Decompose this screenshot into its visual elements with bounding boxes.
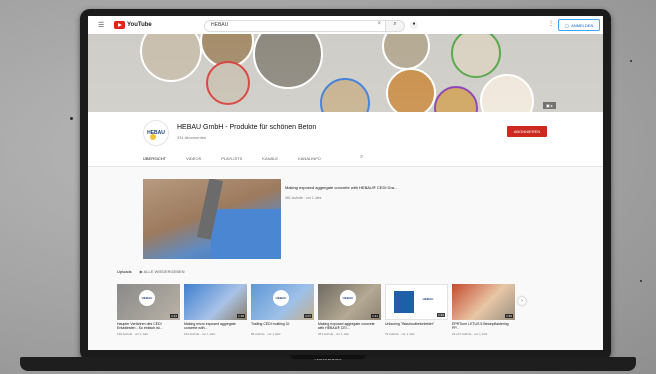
video-thumbnail[interactable]: HEBAU 2:24 [117,284,180,320]
banner-overlay [88,34,603,112]
tab-playlists[interactable]: PLAYLISTS [221,152,242,166]
video-title[interactable]: Trailing CEDI multilog 3J [251,322,314,331]
background-speck [630,60,632,62]
tab-overview[interactable]: ÜBERSICHT [143,152,167,167]
hebau-logo: HEBAU [420,291,436,307]
video-duration: 1:38 [237,314,245,318]
video-duration: 1:50 [505,314,513,318]
video-meta: 23.247 Aufrufe · vor 1 Jahr [452,332,488,336]
video-meta: 139 Aufrufe · vor 1 Jahr [117,332,149,336]
video-meta: 181 Aufrufe · vor 1 Jahr [184,332,216,336]
video-card[interactable]: HEBAU 2:24 Haupter Verfahren des CEDI En… [117,284,180,336]
banner-link[interactable]: ▣ ▸ [543,102,556,109]
more-icon[interactable]: ⋮ [548,20,554,27]
laptop-notch [290,355,366,359]
video-card[interactable]: 1:50 EPRTurm LETUS 5 Betonpflastering PP… [452,284,515,336]
video-title[interactable]: Making micro exposed aggregate concrete … [184,322,247,331]
background-speck [70,117,73,120]
video-thumbnail[interactable]: HEBAU 1:07 [251,284,314,320]
tab-videos[interactable]: VIDEOS [186,152,201,166]
search-input[interactable]: HEBAU × [204,20,386,32]
user-icon: ◯ [564,22,570,28]
product-box [394,291,414,313]
laptop-base: Notebook [20,356,636,371]
hebau-logo: HEBAU [139,290,155,306]
video-title[interactable]: Haupter Verfahren des CEDI Entadiesten -… [117,322,180,331]
subscribe-button[interactable]: ABONNIEREN [507,126,547,137]
play-all-button[interactable]: ▶ ALLE WIEDERGEBEN [140,269,185,274]
subscriber-count: 331 Abonnenten [177,135,207,140]
channel-banner [88,34,603,112]
video-card[interactable]: 1:38 Making micro exposed aggregate conc… [184,284,247,336]
video-meta: 98 Aufrufe · vor 1 Jahr [251,332,281,336]
video-meta: 361 Aufrufe · vor 1 Jahr [318,332,350,336]
featured-video-thumbnail[interactable] [143,179,281,259]
video-thumbnail[interactable]: HEBAU 1:41 [318,284,381,320]
video-duration: 1:07 [304,314,312,318]
video-duration: 1:32 [437,313,445,317]
uploads-title[interactable]: Uploads [117,269,132,274]
background-speck [640,280,642,282]
search-icon: ⌕ [393,21,397,27]
mic-icon[interactable]: ● [410,21,418,29]
hebau-logo: HEBAU [273,290,289,306]
thumbnail-image [211,209,281,259]
video-title[interactable]: EPRTurm LETUS 5 Betonpflastering PP... [452,322,515,331]
youtube-logo[interactable]: YouTube [114,21,152,29]
video-card[interactable]: HEBAU 1:32 Unboxing "Washoutbetonlekter"… [385,284,448,336]
video-title[interactable]: Unboxing "Washoutbetonlekter" [385,322,448,331]
channel-avatar[interactable]: HEBAU [143,120,169,146]
brand-name: YouTube [127,22,152,28]
tab-channels[interactable]: KANÄLE [262,152,278,166]
featured-video-title[interactable]: Making exposed aggregate concrete with H… [285,185,425,190]
video-thumbnail[interactable]: 1:38 [184,284,247,320]
video-duration: 1:41 [371,314,379,318]
chevron-right-icon[interactable]: › [518,297,526,305]
youtube-topbar: ☰ YouTube HEBAU × ⌕ ● ⋮ ◯ ANMELDEN [88,16,603,34]
sun-icon [150,134,156,140]
play-all-label: ALLE WIEDERGEBEN [143,269,185,274]
menu-icon[interactable]: ☰ [98,21,104,29]
search-button[interactable]: ⌕ [385,20,405,32]
uploads-header: Uploads ▶ ALLE WIEDERGEBEN [117,269,185,274]
video-title[interactable]: Making exposed aggregate concrete with H… [318,322,381,331]
signin-label: ANMELDEN [571,22,594,28]
channel-tabs: ÜBERSICHT VIDEOS PLAYLISTS KANÄLE KANALI… [143,152,341,167]
search-value: HEBAU [211,22,229,28]
channel-name: HEBAU GmbH - Produkte für schönen Beton [177,124,317,131]
signin-button[interactable]: ◯ ANMELDEN [558,19,600,31]
video-meta: 79 Aufrufe · vor 1 Jahr [385,332,415,336]
video-card[interactable]: HEBAU 1:07 Trailing CEDI multilog 3J 98 … [251,284,314,336]
video-card[interactable]: HEBAU 1:41 Making exposed aggregate conc… [318,284,381,336]
featured-video-meta: 361 Aufrufe · vor 1 Jahr [285,196,322,200]
video-duration: 2:24 [170,314,178,318]
video-thumbnail[interactable]: 1:50 [452,284,515,320]
video-thumbnail[interactable]: HEBAU 1:32 [385,284,448,320]
hebau-logo: HEBAU [340,290,356,306]
channel-search-icon[interactable]: ⌕ [360,154,363,161]
clear-icon[interactable]: × [377,21,381,27]
youtube-play-icon [114,21,125,29]
screen: ☰ YouTube HEBAU × ⌕ ● ⋮ ◯ ANMELDEN ▣ ▸ H [88,16,603,350]
tab-about[interactable]: KANALINFO [298,152,321,166]
